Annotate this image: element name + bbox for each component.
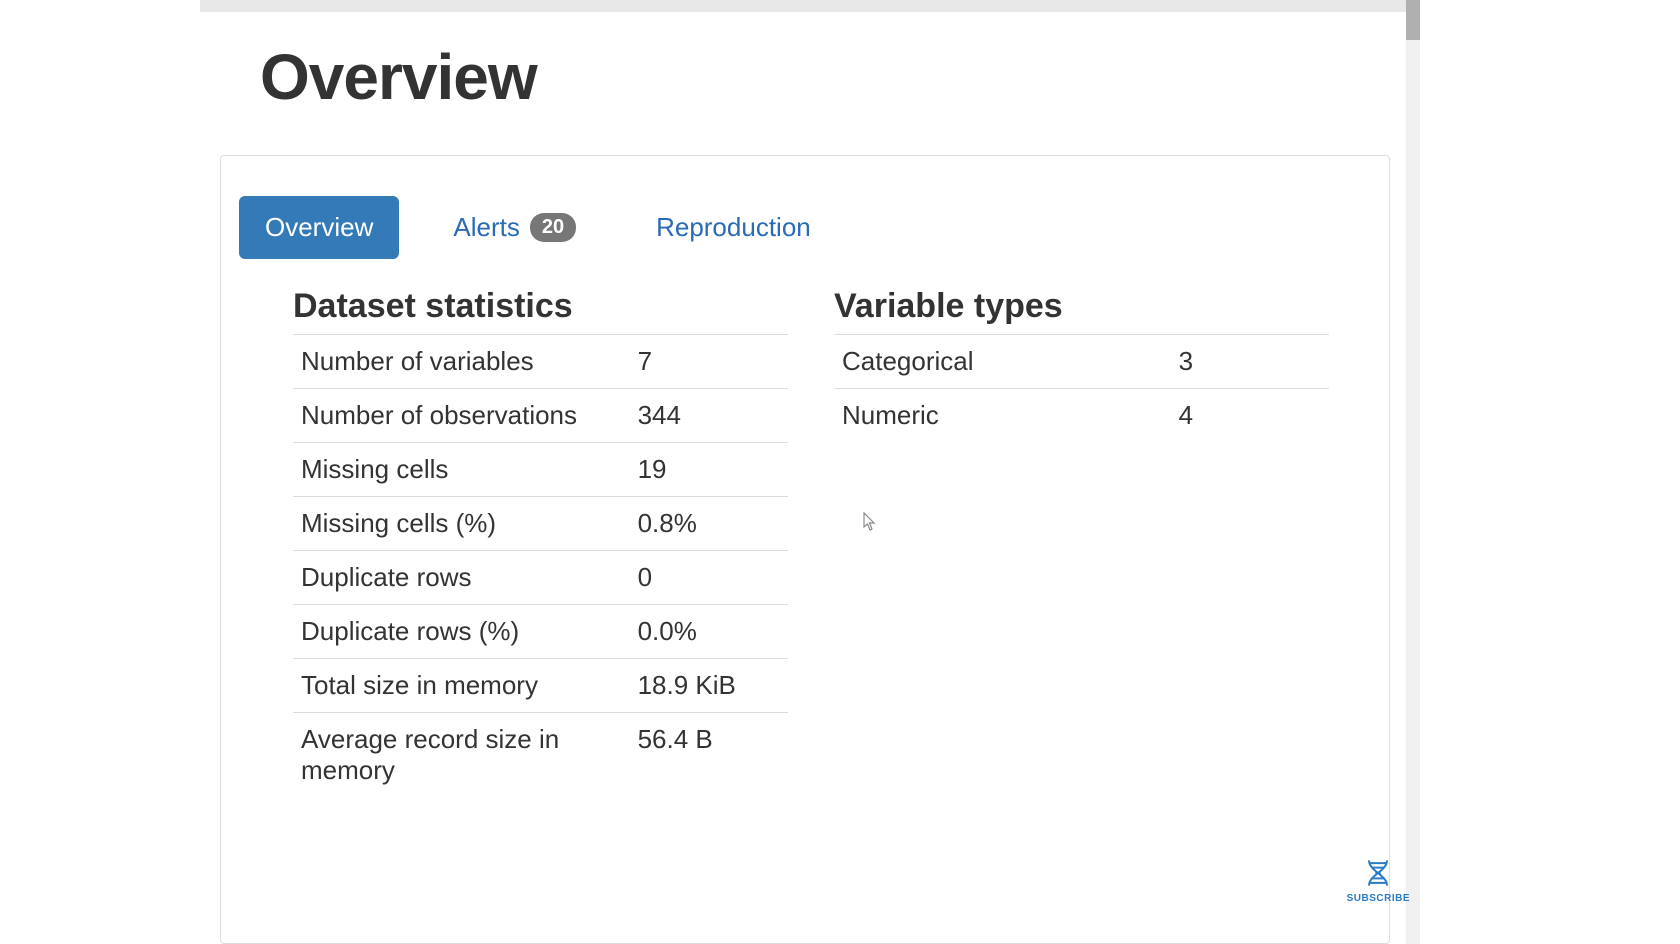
subscribe-button[interactable]: SUBSCRIBE <box>1347 855 1410 904</box>
scrollbar-track[interactable] <box>1406 0 1420 944</box>
stat-value: 56.4 B <box>630 713 788 798</box>
vartype-row: Categorical3 <box>834 335 1329 389</box>
stat-label: Average record size in memory <box>293 713 630 798</box>
tab-reproduction[interactable]: Reproduction <box>630 196 837 259</box>
stat-label: Missing cells (%) <box>293 497 630 551</box>
subscribe-label: SUBSCRIBE <box>1347 893 1410 904</box>
stat-row: Number of observations344 <box>293 389 788 443</box>
tab-alerts-label: Alerts <box>453 212 519 243</box>
vartype-row: Numeric4 <box>834 389 1329 443</box>
stat-value: 0.8% <box>630 497 788 551</box>
stat-row: Duplicate rows0 <box>293 551 788 605</box>
stat-row: Number of variables7 <box>293 335 788 389</box>
tab-bar: Overview Alerts 20 Reproduction <box>239 196 1365 259</box>
variable-types-column: Variable types Categorical3Numeric4 <box>834 287 1329 797</box>
content-area: Dataset statistics Number of variables7N… <box>245 287 1365 797</box>
vartype-value: 3 <box>1171 335 1329 389</box>
stat-row: Missing cells19 <box>293 443 788 497</box>
variable-types-heading: Variable types <box>834 287 1329 326</box>
vartype-label: Numeric <box>834 389 1171 443</box>
stat-value: 19 <box>630 443 788 497</box>
stat-value: 344 <box>630 389 788 443</box>
scrollbar-thumb[interactable] <box>1406 0 1420 40</box>
top-bar-shadow <box>200 0 1410 12</box>
stat-label: Duplicate rows (%) <box>293 605 630 659</box>
vartype-value: 4 <box>1171 389 1329 443</box>
stat-row: Duplicate rows (%)0.0% <box>293 605 788 659</box>
stat-value: 7 <box>630 335 788 389</box>
stat-value: 0 <box>630 551 788 605</box>
dna-icon <box>1360 855 1396 891</box>
vartype-label: Categorical <box>834 335 1171 389</box>
stat-value: 18.9 KiB <box>630 659 788 713</box>
stat-value: 0.0% <box>630 605 788 659</box>
stat-row: Average record size in memory56.4 B <box>293 713 788 798</box>
variable-types-table: Categorical3Numeric4 <box>834 334 1329 442</box>
stat-label: Number of observations <box>293 389 630 443</box>
stat-row: Total size in memory18.9 KiB <box>293 659 788 713</box>
stat-label: Total size in memory <box>293 659 630 713</box>
dataset-statistics-table: Number of variables7Number of observatio… <box>293 334 788 797</box>
dataset-statistics-heading: Dataset statistics <box>293 287 788 326</box>
stat-label: Duplicate rows <box>293 551 630 605</box>
tab-reproduction-label: Reproduction <box>656 212 811 243</box>
stat-label: Missing cells <box>293 443 630 497</box>
alerts-count-badge: 20 <box>530 213 576 242</box>
tab-overview[interactable]: Overview <box>239 196 399 259</box>
stat-label: Number of variables <box>293 335 630 389</box>
tab-overview-label: Overview <box>265 212 373 243</box>
dataset-statistics-column: Dataset statistics Number of variables7N… <box>293 287 788 797</box>
overview-panel: Overview Alerts 20 Reproduction Dataset … <box>220 155 1390 944</box>
stat-row: Missing cells (%)0.8% <box>293 497 788 551</box>
tab-alerts[interactable]: Alerts 20 <box>427 196 602 259</box>
page-title: Overview <box>260 40 537 114</box>
